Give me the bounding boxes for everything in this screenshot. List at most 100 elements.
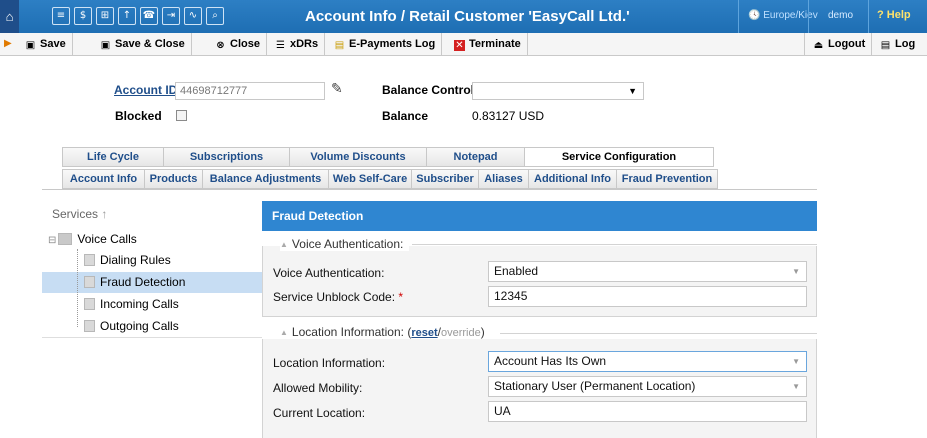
tab-web-self-care[interactable]: Web Self-Care [328, 169, 411, 189]
sort-arrow-icon[interactable]: ↑ [101, 207, 107, 221]
chevron-down-icon: ▼ [792, 357, 800, 366]
tab-balance-adjustments[interactable]: Balance Adjustments [202, 169, 328, 189]
collapse-triangle-icon[interactable]: ▲ [280, 240, 288, 249]
save-close-label: Save & Close [115, 38, 185, 50]
dollar-icon[interactable]: $ [74, 7, 92, 25]
tab-aliases[interactable]: Aliases [478, 169, 528, 189]
timezone-label: Europe/Kiev [763, 10, 818, 21]
action-toolbar: ▶ ▣ Save ▣ Save & Close ⊗ Close ☰ xDRs ▤ E-Pa… [0, 33, 927, 56]
divider [738, 0, 739, 33]
log-icon: ▤ [334, 40, 345, 51]
tree-item-label: Fraud Detection [100, 275, 186, 289]
tree-item-label: Dialing Rules [100, 253, 171, 267]
floppy-icon: ▣ [25, 40, 36, 51]
current-location-label: Current Location: [273, 406, 366, 420]
tab-products[interactable]: Products [144, 169, 202, 189]
collapse-triangle-icon[interactable]: ▲ [280, 328, 288, 337]
legend-rule [412, 244, 817, 245]
help-link[interactable]: ? Help [877, 9, 911, 21]
tab-service-configuration[interactable]: Service Configuration [524, 147, 714, 167]
current-location-input[interactable]: UA [488, 401, 807, 422]
tab-subscriber[interactable]: Subscriber [411, 169, 478, 189]
panel-title: Fraud Detection [262, 201, 817, 231]
home-icon[interactable]: ⌂ [0, 0, 19, 33]
logout-label: Logout [828, 38, 866, 50]
required-marker: * [398, 290, 404, 304]
tab-additional-info[interactable]: Additional Info [528, 169, 616, 189]
voice-auth-select[interactable]: Enabled ▼ [488, 261, 807, 282]
close-button[interactable]: ⊗ Close [215, 33, 267, 55]
log-button[interactable]: ▤ Log [880, 33, 921, 55]
voice-auth-legend-label: Voice Authentication: [291, 237, 404, 251]
expand-arrow-icon[interactable]: ▶ [4, 38, 12, 49]
chevron-down-icon: ▼ [792, 267, 800, 276]
close-circle-icon: ⊗ [216, 40, 225, 51]
tree-item-fraud-detection[interactable]: Fraud Detection [84, 272, 185, 293]
tab-volume-discounts[interactable]: Volume Discounts [289, 147, 426, 167]
tree-item-outgoing-calls[interactable]: Outgoing Calls [84, 316, 179, 337]
allowed-mobility-value: Stationary User (Permanent Location) [494, 379, 696, 393]
allowed-mobility-select[interactable]: Stationary User (Permanent Location) ▼ [488, 376, 807, 397]
page-title: Account Info / Retail Customer 'EasyCall… [305, 8, 630, 25]
unblock-code-label-text: Service Unblock Code: [273, 290, 396, 304]
tree-item-label: Voice Calls [77, 232, 137, 246]
save-label: Save [40, 38, 66, 50]
tree-item-incoming-calls[interactable]: Incoming Calls [84, 294, 179, 315]
blocked-label: Blocked [115, 109, 162, 123]
location-info-select[interactable]: Account Has Its Own ▼ [488, 351, 807, 372]
logout-button[interactable]: ⏏ Logout [804, 33, 873, 55]
balance-label: Balance [382, 109, 429, 123]
epayments-log-button[interactable]: ▤ E-Payments Log [334, 33, 443, 55]
chevron-down-icon: ▼ [628, 86, 637, 96]
voice-auth-label: Voice Authentication: [273, 266, 385, 280]
collapse-icon[interactable]: ⊟ [48, 235, 56, 246]
chart-icon[interactable]: ∿ [184, 7, 202, 25]
menu-icon[interactable]: ≡ [52, 7, 70, 25]
unblock-code-input[interactable]: 12345 [488, 286, 807, 307]
tree-item-dialing-rules[interactable]: Dialing Rules [84, 250, 171, 271]
document-icon [84, 320, 95, 332]
reset-link[interactable]: reset [411, 327, 437, 339]
tab-life-cycle[interactable]: Life Cycle [62, 147, 163, 167]
allowed-mobility-label: Allowed Mobility: [273, 381, 363, 395]
toolbar-icon-group: ≡ $ ⊞ ↑ ☎ ⇥ ∿ ⌕ [52, 7, 224, 25]
edit-pencil-icon[interactable]: ✎ [331, 80, 343, 97]
tab-subscriptions[interactable]: Subscriptions [163, 147, 289, 167]
phone-icon[interactable]: ☎ [140, 7, 158, 25]
folder-icon [58, 233, 73, 245]
upload-icon[interactable]: ↑ [118, 7, 136, 25]
account-id-label[interactable]: Account ID [114, 83, 177, 97]
document-icon [84, 254, 95, 266]
divider [808, 0, 809, 33]
document-icon [84, 298, 95, 310]
search-icon[interactable]: ⌕ [206, 7, 224, 25]
account-id-field[interactable]: 44698712777 [175, 82, 325, 100]
tab-fraud-prevention[interactable]: Fraud Prevention [616, 169, 718, 189]
voice-auth-value: Enabled [494, 264, 539, 278]
divider [868, 0, 869, 33]
grid-icon[interactable]: ⊞ [96, 7, 114, 25]
xdrs-button[interactable]: ☰ xDRs [275, 33, 326, 55]
epayments-label: E-Payments Log [349, 38, 436, 50]
tab-account-info[interactable]: Account Info [62, 169, 144, 189]
tree-connector [77, 249, 78, 327]
close-label: Close [230, 38, 260, 50]
logout-icon: ⏏ [813, 40, 824, 51]
tab-row-2: Account Info Products Balance Adjustment… [62, 169, 718, 189]
save-button[interactable]: ▣ Save [25, 33, 73, 55]
override-link[interactable]: override [441, 327, 481, 339]
tab-row-1: Life Cycle Subscriptions Volume Discount… [62, 147, 714, 167]
tab-notepad[interactable]: Notepad [426, 147, 524, 167]
list-icon: ☰ [276, 40, 285, 51]
save-close-button[interactable]: ▣ Save & Close [100, 33, 192, 55]
blocked-checkbox[interactable] [176, 110, 187, 121]
tree-panel-divider [42, 337, 262, 338]
balance-control-select[interactable]: ▼ [472, 82, 644, 100]
export-icon[interactable]: ⇥ [162, 7, 180, 25]
log-label: Log [895, 38, 916, 50]
terminate-button[interactable]: ✕ Terminate [454, 33, 528, 55]
title-bar: ⌂ ≡ $ ⊞ ↑ ☎ ⇥ ∿ ⌕ Account Info / Retail … [0, 0, 927, 33]
terminate-icon: ✕ [454, 40, 465, 51]
document-icon [84, 276, 95, 288]
tree-item-voice-calls[interactable]: ⊟ Voice Calls [48, 229, 137, 250]
